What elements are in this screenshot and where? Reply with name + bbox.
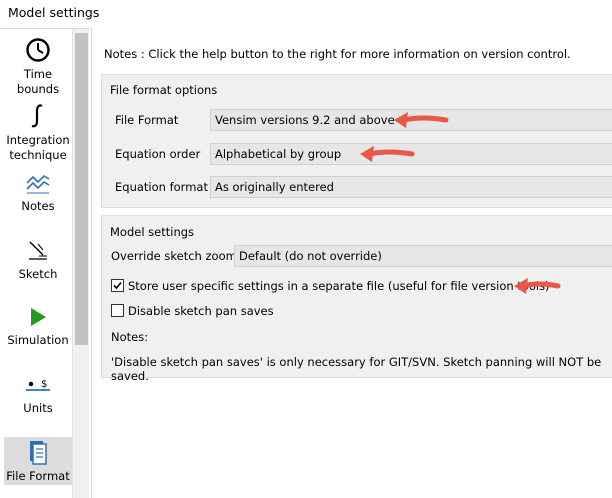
sidebar-item-label: Sketch [18,267,58,281]
annotation-arrow-icon [514,278,561,294]
sidebar-scrollbar[interactable] [72,29,89,498]
model-notes-text: 'Disable sketch pan saves' is only neces… [111,355,602,383]
sidebar-item-file-format[interactable]: File Format [4,437,72,485]
sidebar-item-label: Time [23,67,53,81]
integral-icon [4,103,72,133]
sidebar-item-integration-technique[interactable]: Integration technique [4,103,72,165]
file-format-label: File Format [115,113,179,127]
units-icon: $ [4,375,72,401]
notes-graph-icon [4,171,72,199]
sidebar-item-units[interactable]: $ Units [4,375,72,421]
help-note: Notes : Click the help button to the rig… [104,47,571,61]
equation-order-label: Equation order [115,147,201,161]
divider [91,28,92,498]
equation-format-select[interactable]: As originally entered [210,176,612,198]
disable-sketch-pan-checkbox[interactable] [111,304,124,317]
sidebar-item-sketch[interactable]: Sketch [4,237,72,287]
scrollbar-thumb[interactable] [75,33,88,345]
sidebar-item-label: Units [23,401,53,415]
sidebar-item-notes[interactable]: Notes [4,171,72,217]
sidebar-item-label: File Format [6,469,70,483]
disable-sketch-pan-checkbox-row[interactable]: Disable sketch pan saves [111,304,274,318]
play-icon [4,305,72,333]
sidebar-item-label: Integration [6,133,70,147]
sidebar-item-time-bounds[interactable]: Time bounds [4,37,72,97]
annotation-arrow-icon [394,112,449,128]
model-notes-label: Notes: [111,330,149,344]
override-sketch-zoom-select[interactable]: Default (do not override) [234,245,612,267]
document-icon [4,439,72,469]
sidebar-item-label: Notes [21,199,55,213]
equation-format-label: Equation format [115,180,208,194]
sidebar-item-label: Simulation [7,333,69,347]
sidebar-item-label: technique [9,148,67,162]
annotation-arrow-icon [360,146,415,162]
disable-sketch-pan-label: Disable sketch pan saves [128,304,274,318]
sketch-icon [4,237,72,267]
window-title: Model settings [8,5,100,20]
svg-text:$: $ [41,379,47,390]
group-title: Model settings [110,225,195,239]
clock-icon [4,37,72,67]
model-settings-group: Model settings [101,215,612,378]
sidebar-item-simulation[interactable]: Simulation [4,305,72,355]
store-user-settings-label: Store user specific settings in a separa… [128,279,550,293]
store-user-settings-checkbox[interactable] [111,279,124,292]
override-sketch-zoom-label: Override sketch zoom [111,249,237,263]
sidebar: Time bounds Integration technique Notes … [0,28,90,498]
sidebar-item-label: bounds [16,82,60,96]
title-bar: Model settings [0,0,612,26]
group-title: File format options [110,83,218,97]
store-user-settings-checkbox-row[interactable]: Store user specific settings in a separa… [111,279,550,293]
